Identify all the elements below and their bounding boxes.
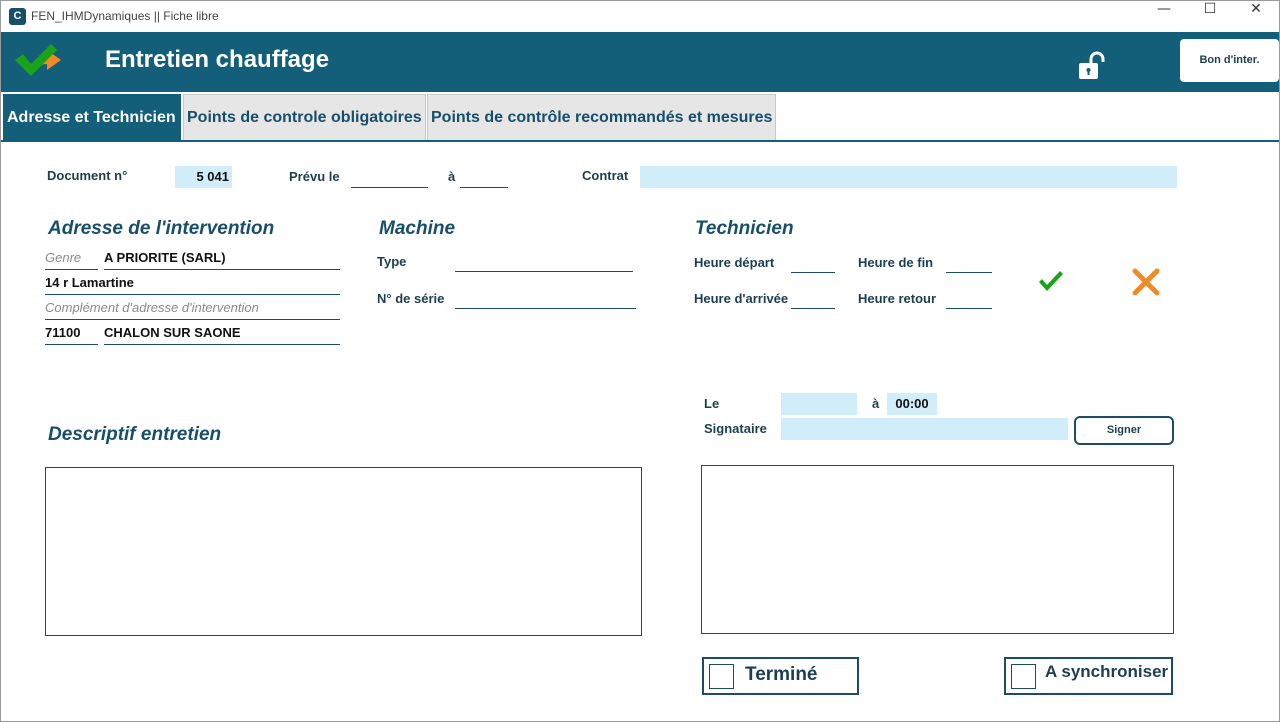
- descriptif-textarea[interactable]: [45, 467, 642, 636]
- signataire-field[interactable]: [781, 418, 1068, 440]
- heure-retour-field[interactable]: [946, 289, 992, 309]
- termine-label: Terminé: [745, 664, 818, 685]
- descriptif-section-title: Descriptif entretien: [48, 424, 222, 445]
- technicien-section-title: Technicien: [695, 218, 794, 239]
- type-field[interactable]: [455, 252, 633, 272]
- app-window: C FEN_IHMDynamiques || Fiche libre — ☐ ✕…: [0, 0, 1280, 722]
- title-bar: C FEN_IHMDynamiques || Fiche libre — ☐ ✕: [1, 1, 1279, 32]
- synchroniser-label: A synchroniser: [1045, 662, 1169, 681]
- signer-button[interactable]: Signer: [1074, 416, 1174, 445]
- heure-depart-field[interactable]: [791, 253, 835, 273]
- tab-points-controle-obligatoires[interactable]: Points de controle obligatoires: [183, 94, 426, 140]
- machine-section-title: Machine: [379, 218, 456, 239]
- prevu-time-field[interactable]: [460, 167, 508, 188]
- validate-logo-icon[interactable]: [13, 40, 63, 82]
- adresse-section-title: Adresse de l'intervention: [48, 218, 275, 239]
- heure-depart-label: Heure départ: [694, 255, 775, 270]
- serie-field[interactable]: [455, 289, 636, 309]
- bon-intervention-button[interactable]: Bon d'inter.: [1180, 39, 1279, 82]
- heure-arrivee-field[interactable]: [791, 289, 835, 309]
- termine-checkbox-box[interactable]: [709, 664, 734, 689]
- signature-time-field[interactable]: 00:00: [887, 393, 937, 415]
- contrat-field[interactable]: [640, 166, 1177, 188]
- le-label: Le: [704, 396, 720, 411]
- prevu-a-label: à: [448, 169, 456, 184]
- minimize-button[interactable]: —: [1141, 1, 1187, 32]
- postcode-field[interactable]: 71100: [45, 325, 98, 345]
- prevu-label: Prévu le: [289, 169, 340, 184]
- synchroniser-checkbox[interactable]: A synchroniser: [1004, 657, 1173, 695]
- document-number-field[interactable]: 5 041: [175, 166, 232, 188]
- heure-retour-label: Heure retour: [858, 291, 937, 306]
- contrat-label: Contrat: [582, 168, 629, 183]
- tab-bar: Adresse et Technicien Points de controle…: [1, 92, 1279, 142]
- prevu-date-field[interactable]: [351, 167, 428, 188]
- heure-fin-field[interactable]: [946, 253, 992, 273]
- complement-adresse-field[interactable]: Complément d'adresse d'intervention: [45, 300, 340, 320]
- type-label: Type: [377, 254, 407, 269]
- city-field[interactable]: CHALON SUR SAONE: [104, 325, 340, 345]
- close-window-button[interactable]: ✕: [1233, 1, 1279, 32]
- serie-label: N° de série: [377, 291, 445, 306]
- signataire-label: Signataire: [704, 421, 767, 436]
- accept-checkmark-icon[interactable]: [1037, 269, 1064, 293]
- signature-date-field[interactable]: [781, 393, 857, 415]
- street-field[interactable]: 14 r Lamartine: [45, 275, 340, 295]
- termine-checkbox[interactable]: Terminé: [702, 657, 859, 695]
- unlock-icon[interactable]: [1077, 50, 1109, 82]
- heure-fin-label: Heure de fin: [858, 255, 934, 270]
- header-bar: Entretien chauffage Bon d'inter.: [1, 32, 1279, 92]
- tab-points-controle-recommandes[interactable]: Points de contrôle recommandés et mesure…: [427, 94, 776, 140]
- signature-pad[interactable]: [701, 465, 1174, 634]
- genre-field[interactable]: Genre: [45, 250, 98, 270]
- synchroniser-checkbox-box[interactable]: [1011, 664, 1036, 689]
- page-title: Entretien chauffage: [105, 46, 330, 73]
- signature-a-label: à: [872, 396, 880, 411]
- document-label: Document n°: [47, 168, 128, 183]
- client-name-field[interactable]: A PRIORITE (SARL): [104, 250, 340, 270]
- heure-arrivee-label: Heure d'arrivée: [694, 291, 789, 306]
- tab-adresse-technicien[interactable]: Adresse et Technicien: [3, 94, 181, 140]
- cancel-cross-icon[interactable]: [1131, 267, 1161, 297]
- maximize-button[interactable]: ☐: [1187, 1, 1233, 32]
- window-title: FEN_IHMDynamiques || Fiche libre: [31, 9, 219, 23]
- app-icon: C: [9, 8, 26, 25]
